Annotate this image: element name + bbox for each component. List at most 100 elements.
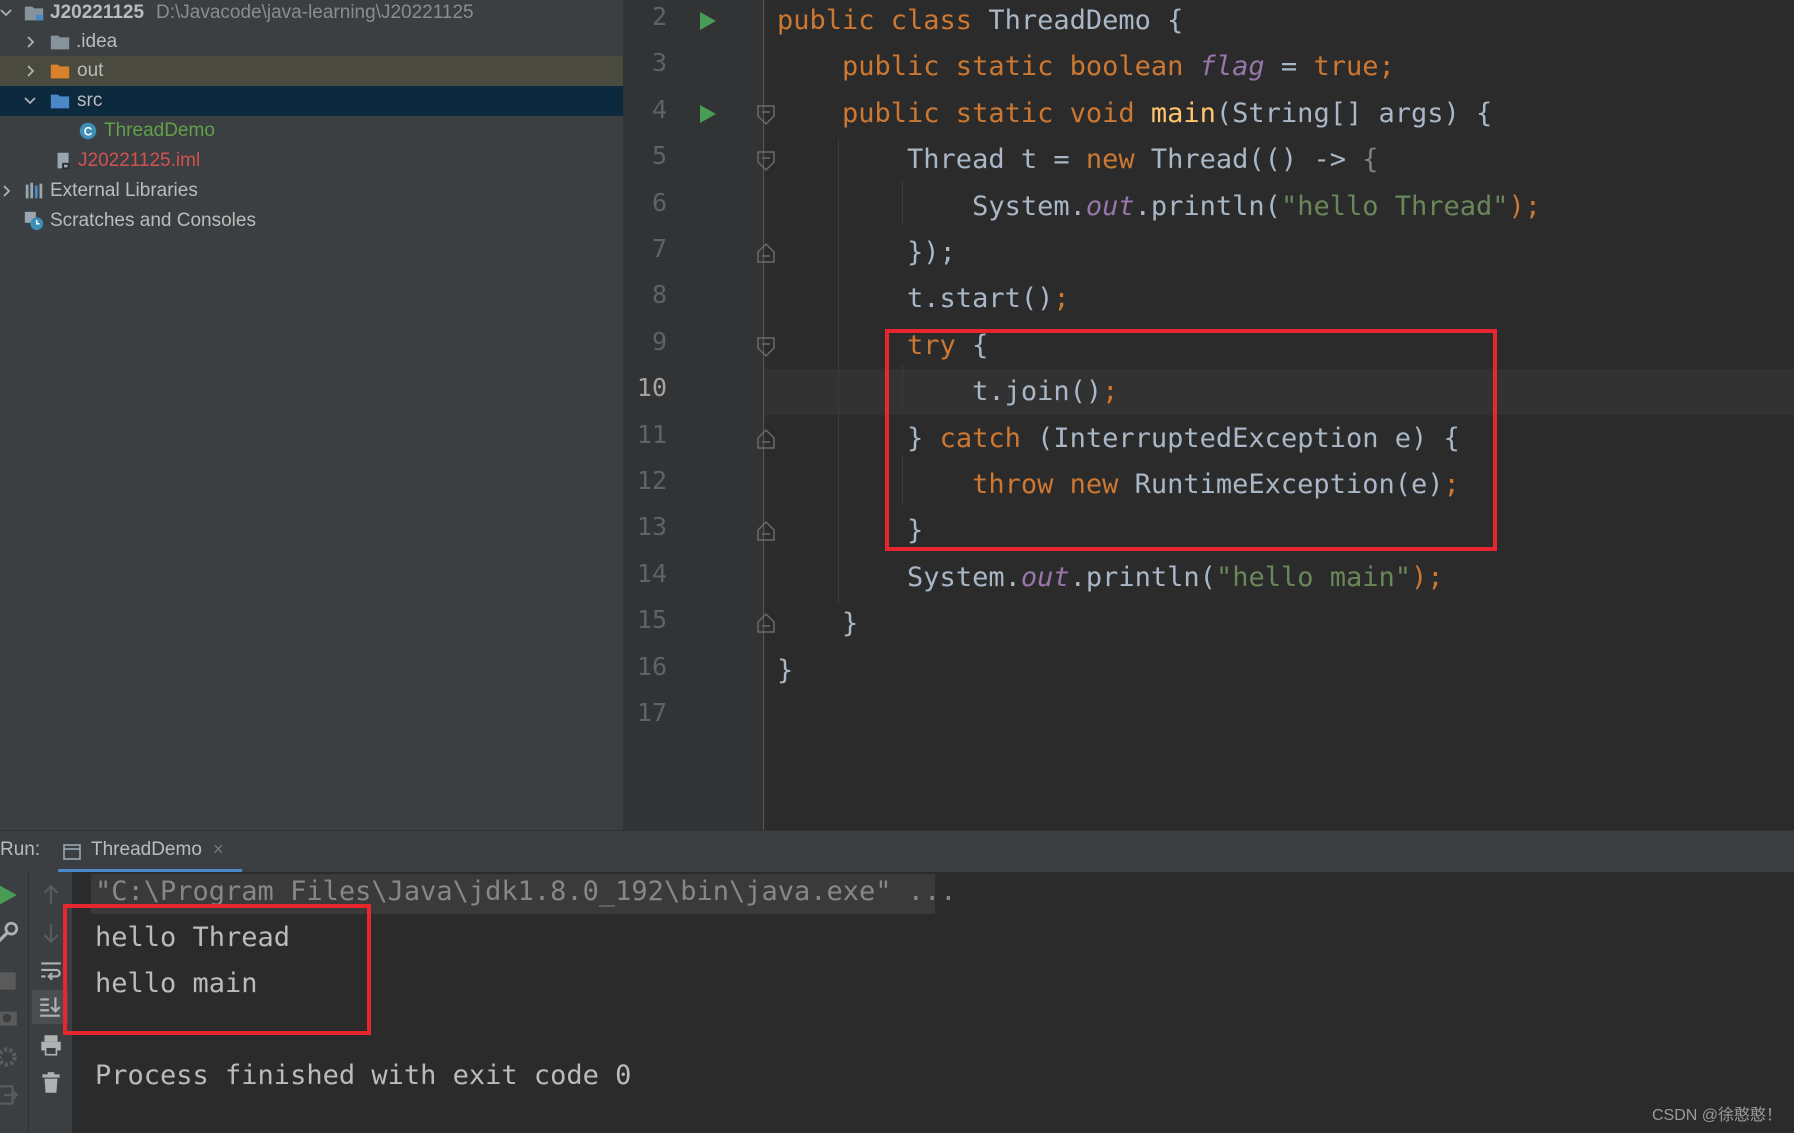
- fold-close-icon[interactable]: [756, 520, 776, 542]
- module-folder-icon: [22, 1, 46, 25]
- code-token: .println(: [1069, 561, 1216, 593]
- code-line[interactable]: Thread t = new Thread(() -> {: [777, 137, 1378, 183]
- code-token: {: [1362, 144, 1379, 176]
- excluded-folder-icon: [48, 59, 72, 83]
- project-tool-window: J20221125 D:\Javacode\java-learning\J202…: [0, 0, 623, 830]
- close-tab-icon[interactable]: ×: [213, 839, 224, 860]
- camera-icon[interactable]: [0, 1004, 20, 1030]
- code-line[interactable]: System.out.println("hello main");: [777, 555, 1444, 601]
- code-token: Thread(() ->: [1150, 144, 1363, 176]
- source-folder-icon: [48, 89, 72, 113]
- code-line[interactable]: public static void main(String[] args) {: [777, 91, 1492, 137]
- code-token: flag: [1199, 51, 1265, 83]
- exit-icon[interactable]: [0, 1082, 20, 1108]
- print-icon[interactable]: [38, 1032, 64, 1058]
- wrench-icon[interactable]: [0, 920, 20, 946]
- soft-wrap-icon[interactable]: [38, 958, 64, 984]
- chevron-right-icon[interactable]: [0, 176, 18, 206]
- stop-icon[interactable]: [0, 968, 20, 994]
- code-line[interactable]: }: [777, 648, 793, 694]
- tree-item-label: src: [77, 90, 103, 111]
- run-tool-window-header: Run: ThreadDemo ×: [0, 830, 1794, 873]
- fold-open-icon[interactable]: [756, 104, 776, 126]
- code-token: }: [777, 608, 859, 640]
- code-token: public class: [777, 5, 989, 36]
- fold-close-icon[interactable]: [756, 612, 776, 634]
- tree-item-label: External Libraries: [50, 180, 198, 201]
- tree-item-iml[interactable]: J20221125.iml: [0, 146, 623, 176]
- code-token: new: [1085, 144, 1151, 176]
- down-arrow-icon[interactable]: [38, 920, 64, 946]
- folder-icon: [48, 30, 72, 54]
- run-tab-threaddemo[interactable]: ThreadDemo ×: [58, 831, 242, 873]
- code-token: System.: [777, 190, 1086, 222]
- chevron-right-icon[interactable]: [18, 27, 42, 57]
- code-token: });: [777, 237, 956, 268]
- line-number: 4: [651, 94, 667, 124]
- line-number: 12: [636, 466, 667, 495]
- tree-item-label: ThreadDemo: [104, 120, 215, 141]
- svg-text:C: C: [84, 125, 93, 139]
- tree-item-threaddemo[interactable]: C ThreadDemo: [0, 116, 623, 146]
- console-icon: [63, 844, 81, 860]
- line-number: 3: [651, 48, 667, 78]
- settings-icon[interactable]: [0, 1044, 20, 1070]
- run-label: Run:: [0, 839, 41, 860]
- fold-close-icon[interactable]: [756, 428, 776, 450]
- code-token: System.: [777, 561, 1021, 593]
- run-class-icon[interactable]: [695, 9, 719, 33]
- line-number: 17: [636, 698, 667, 727]
- highlight-box-try-block: [885, 329, 1497, 551]
- tree-root-row[interactable]: J20221125 D:\Javacode\java-learning\J202…: [0, 0, 623, 28]
- code-line[interactable]: System.out.println("hello Thread");: [777, 184, 1541, 230]
- tree-item-idea[interactable]: .idea: [0, 27, 623, 57]
- code-token: );: [1411, 561, 1444, 593]
- code-line[interactable]: });: [777, 230, 956, 276]
- code-token: =: [1264, 51, 1314, 83]
- line-number: 16: [636, 651, 667, 681]
- code-line[interactable]: public class ThreadDemo {: [777, 0, 1183, 44]
- code-token: "hello main": [1215, 561, 1412, 593]
- chevron-down-icon[interactable]: [0, 0, 18, 28]
- code-token: main: [1150, 97, 1216, 129]
- line-number: 6: [651, 187, 667, 217]
- fold-open-icon[interactable]: [756, 150, 776, 172]
- tree-item-scratches[interactable]: Scratches and Consoles: [0, 206, 623, 236]
- scratches-icon: [22, 209, 46, 233]
- code-token: public static void: [777, 97, 1151, 129]
- rerun-icon[interactable]: [0, 882, 20, 908]
- scroll-to-end-icon: [40, 997, 61, 1017]
- line-number: 10: [636, 373, 667, 403]
- line-number: 8: [651, 280, 667, 310]
- tree-item-out[interactable]: out: [0, 56, 623, 86]
- chevron-right-icon[interactable]: [18, 56, 42, 86]
- code-line[interactable]: t.start();: [777, 276, 1070, 322]
- code-line[interactable]: }: [777, 601, 858, 647]
- up-arrow-icon[interactable]: [38, 882, 64, 908]
- fold-open-icon[interactable]: [756, 336, 776, 358]
- iml-file-icon: [52, 149, 76, 173]
- code-token: Thread t =: [777, 144, 1086, 176]
- fold-close-icon[interactable]: [756, 242, 776, 264]
- line-number: 14: [636, 558, 667, 588]
- code-token: true;: [1313, 51, 1395, 83]
- highlight-box-output: [63, 904, 371, 1035]
- tree-item-external-libraries[interactable]: External Libraries: [0, 176, 623, 206]
- code-editor[interactable]: 2 3 4 5 6 7 8 9 10 11 12 13 14 15 16 17 public class Th…: [623, 0, 1794, 830]
- tree-item-label: J20221125.iml: [78, 150, 201, 171]
- run-toolbar: [0, 872, 72, 1133]
- code-token: .println(: [1134, 190, 1281, 222]
- console-exit-line: Process finished with exit code 0: [95, 1060, 632, 1091]
- line-number: 11: [636, 419, 667, 449]
- watermark: CSDN @徐憨憨！: [1651, 1107, 1782, 1124]
- tree-item-src[interactable]: src: [0, 86, 623, 116]
- code-line[interactable]: public static boolean flag = true;: [777, 44, 1395, 90]
- chevron-down-icon[interactable]: [18, 86, 42, 116]
- line-number: 5: [651, 141, 667, 171]
- code-token: ;: [1053, 283, 1070, 315]
- code-token: }: [777, 654, 794, 686]
- trash-icon[interactable]: [38, 1070, 64, 1096]
- tree-item-label: out: [77, 60, 104, 81]
- run-main-icon[interactable]: [695, 102, 719, 126]
- line-number: 9: [651, 326, 667, 356]
